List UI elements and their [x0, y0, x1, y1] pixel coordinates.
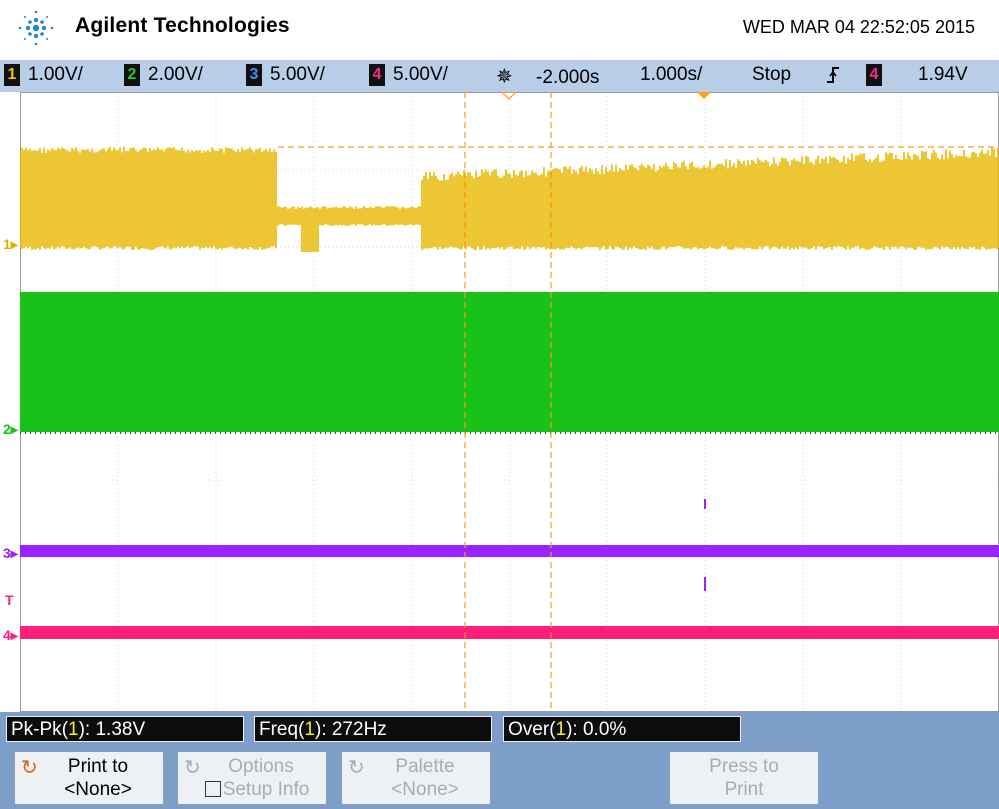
ch2-badge: 2 [124, 64, 140, 86]
meas-overshoot[interactable]: Over(1): 0.0% [503, 716, 741, 742]
ch1-scale[interactable]: 1 1.00V/ [4, 64, 83, 86]
ch2-band [20, 292, 999, 432]
meas-pkpk-channel: 1 [68, 719, 79, 740]
meas-freq-channel: 1 [304, 719, 315, 740]
meas-freq-value: : 272Hz [321, 719, 387, 740]
ch4-marker-label: 4 [3, 627, 11, 643]
ch4-band [20, 626, 999, 639]
rising-edge-icon [826, 64, 840, 92]
setup-info-label: Setup Info [222, 779, 310, 800]
brand-name: Agilent Technologies [75, 14, 290, 37]
ch3-spike-lower [704, 577, 706, 591]
options-button[interactable]: ↻ Options Setup Info [177, 751, 327, 805]
trigger-source[interactable]: 4 [866, 64, 890, 86]
ch2-marker-label: 2 [3, 421, 11, 437]
meas-over-name: Over [508, 719, 550, 740]
meas-pkpk-value: : 1.38V [84, 719, 146, 740]
ch2-trace [20, 292, 999, 434]
ch1-trace [20, 146, 999, 252]
trigger-source-badge: 4 [866, 64, 882, 86]
setup-info-checkbox[interactable] [204, 781, 221, 797]
ch1-scale-value: 1.00V/ [28, 64, 83, 86]
meas-pkpk-name: Pk-Pk [11, 719, 62, 740]
meas-freq[interactable]: Freq(1): 272Hz [254, 716, 492, 742]
ch4-ground-marker[interactable]: 4▸ [3, 627, 18, 644]
ch3-ground-marker[interactable]: 3▸ [3, 545, 18, 562]
print-to-button[interactable]: ↻ Print to <None> [14, 751, 164, 805]
ch1-waveform [20, 147, 999, 252]
measurement-bar: Pk-Pk(1): 1.38V Freq(1): 272Hz Over(1): … [0, 712, 999, 748]
status-bar: 1 1.00V/ 2 2.00V/ 3 5.00V/ 4 5.00V/ ✵ -2.000… [0, 60, 999, 92]
trigger-marker-label: T [5, 592, 14, 608]
timebase[interactable]: 1.000s/ [640, 64, 702, 86]
meas-pkpk[interactable]: Pk-Pk(1): 1.38V [6, 716, 244, 742]
ch4-scale[interactable]: 4 5.00V/ [369, 64, 448, 86]
waveform-plot [20, 92, 999, 712]
meas-over-channel: 1 [555, 719, 567, 740]
delay-marker-icon [501, 92, 517, 100]
ch2-scale[interactable]: 2 2.00V/ [124, 64, 203, 86]
run-state[interactable]: Stop [752, 64, 791, 86]
ch3-scale[interactable]: 3 5.00V/ [246, 64, 325, 86]
palette-value: <None> [391, 779, 459, 800]
trigger-position-icon [697, 92, 711, 99]
ch3-badge: 3 [246, 64, 262, 86]
ch1-ground-marker[interactable]: 1▸ [3, 236, 18, 253]
ch4-badge: 4 [369, 64, 385, 86]
delay-value: -2.000s [536, 67, 600, 88]
waveform-display[interactable] [20, 92, 999, 712]
rotate-icon: ↻ [184, 757, 201, 779]
ch3-scale-value: 5.00V/ [270, 64, 325, 86]
datetime: WED MAR 04 22:52:05 2015 [742, 17, 975, 37]
ch2-ground-marker[interactable]: 2▸ [3, 421, 18, 438]
header: Agilent Technologies WED MAR 04 22:52:05… [0, 0, 999, 60]
ch1-marker-label: 1 [3, 236, 11, 252]
rotate-icon: ↻ [348, 757, 365, 779]
meas-freq-name: Freq [259, 719, 299, 740]
ch4-trace [20, 626, 999, 639]
ch1-badge: 1 [4, 64, 20, 86]
meas-over-value: : 0.0% [572, 719, 627, 740]
ch4-scale-value: 5.00V/ [393, 64, 448, 86]
softkey-bar: ↻ Print to <None> ↻ Options Setup Info ↻… [0, 748, 999, 809]
press-to-print-label: Press to [709, 756, 779, 777]
rotate-icon: ↻ [21, 757, 38, 779]
delay-icon: ✵ [496, 66, 513, 88]
trigger-level[interactable]: 1.94V [918, 64, 968, 86]
palette-button[interactable]: ↻ Palette <None> [341, 751, 491, 805]
trigger-level-marker[interactable]: T [5, 592, 14, 608]
horizontal-delay[interactable]: ✵ -2.000s [496, 64, 599, 89]
print-to-value: <None> [64, 779, 132, 800]
press-to-print-label2: Print [724, 779, 764, 800]
ch3-spike [704, 499, 706, 509]
agilent-logo-icon [18, 10, 54, 46]
ch3-marker-label: 3 [3, 545, 11, 561]
press-to-print-button[interactable]: Press to Print [669, 751, 819, 805]
ch3-band [20, 545, 999, 557]
ch2-scale-value: 2.00V/ [148, 64, 203, 86]
